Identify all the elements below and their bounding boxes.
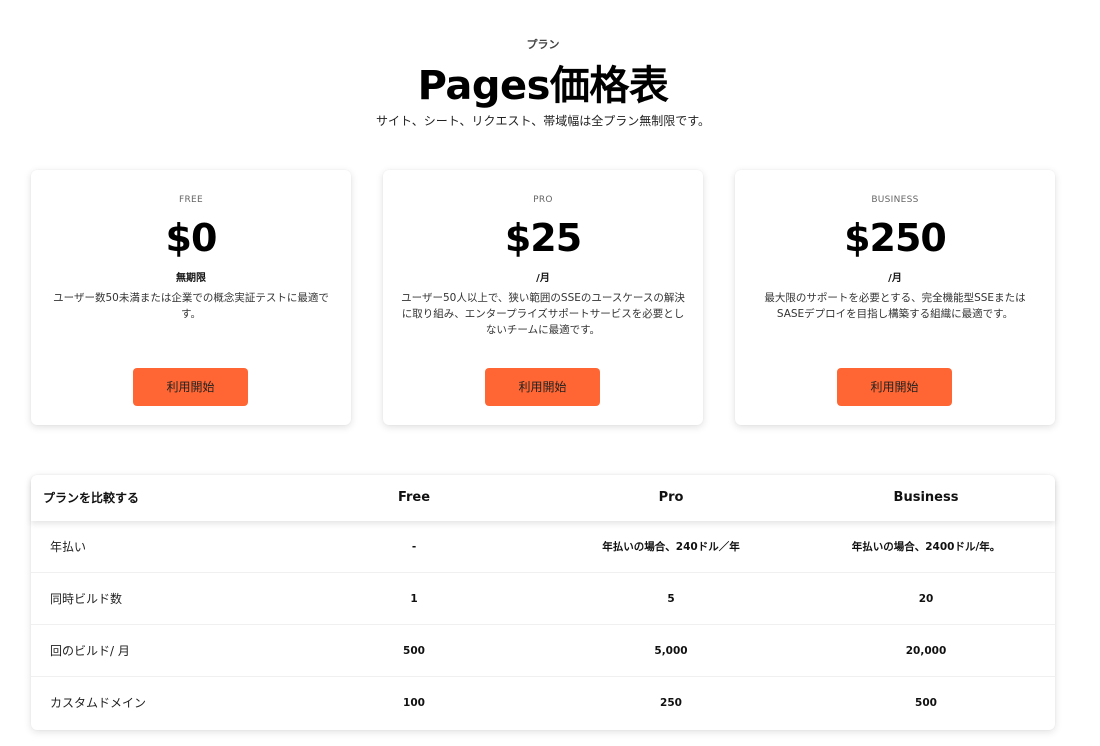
plan-name: PRO — [533, 195, 553, 205]
table-row: カスタムドメイン 100 250 500 — [31, 677, 1055, 729]
cell-free: 1 — [410, 593, 418, 605]
get-started-button-free[interactable]: 利用開始 — [133, 368, 248, 406]
column-header-business: Business — [893, 490, 959, 505]
table-row: 回のビルド/ 月 500 5,000 20,000 — [31, 625, 1055, 677]
cell-business: 年払いの場合、2400ドル/年。 — [851, 541, 1001, 553]
table-row: 年払い - 年払いの場合、240ドル／年 年払いの場合、2400ドル/年。 — [31, 521, 1055, 573]
cell-free: 100 — [403, 697, 425, 709]
cell-business: 20 — [918, 593, 934, 605]
plan-card-free: FREE $0 無期限 ユーザー数50未満または企業での概念実証テストに最適です… — [31, 170, 351, 425]
cell-pro: 5,000 — [654, 645, 688, 657]
plan-period: 無期限 — [176, 273, 206, 284]
plan-price: $25 — [504, 216, 582, 260]
comparison-title: プランを比較する — [43, 491, 140, 505]
cell-pro: 5 — [667, 593, 675, 605]
plan-comparison-table: プランを比較する Free Pro Business 年払い - 年払いの場合、… — [31, 475, 1055, 730]
plan-card-business: BUSINESS $250 /月 最大限のサポートを必要とする、完全機能型SSE… — [735, 170, 1055, 425]
row-label: 年払い — [50, 540, 87, 554]
cell-pro: 250 — [660, 697, 682, 709]
page-subtitle: サイト、シート、リクエスト、帯域幅は全プラン無制限です。 — [375, 114, 711, 128]
table-row: 同時ビルド数 1 5 20 — [31, 573, 1055, 625]
comparison-header-row: プランを比較する Free Pro Business — [31, 475, 1055, 521]
plan-period: /月 — [536, 273, 550, 284]
get-started-button-pro[interactable]: 利用開始 — [485, 368, 600, 406]
cell-pro: 年払いの場合、240ドル／年 — [602, 541, 740, 553]
plan-description: 最大限のサポートを必要とする、完全機能型SSEまたはSASEデプロイを目指し構築… — [764, 292, 1026, 320]
row-label: 同時ビルド数 — [50, 592, 123, 606]
column-header-pro: Pro — [658, 490, 684, 505]
cell-business: 500 — [915, 697, 937, 709]
cell-free: - — [411, 541, 417, 553]
row-label: 回のビルド/ 月 — [50, 644, 130, 658]
plan-period: /月 — [888, 273, 902, 284]
plan-name: BUSINESS — [871, 195, 919, 205]
plan-price: $250 — [844, 216, 947, 260]
get-started-button-business[interactable]: 利用開始 — [837, 368, 952, 406]
column-header-free: Free — [397, 490, 431, 505]
cell-business: 20,000 — [905, 645, 947, 657]
page-title: Pages価格表 — [417, 63, 669, 109]
plan-description: ユーザー数50未満または企業での概念実証テストに最適です。 — [53, 292, 329, 320]
section-eyebrow: プラン — [526, 38, 560, 51]
cell-free: 500 — [403, 645, 425, 657]
plan-price: $0 — [165, 216, 218, 260]
plan-card-pro: PRO $25 /月 ユーザー50人以上で、狭い範囲のSSEのユースケースの解決… — [383, 170, 703, 425]
plan-name: FREE — [178, 195, 203, 205]
pricing-page: プラン Pages価格表 サイト、シート、リクエスト、帯域幅は全プラン無制限です… — [0, 0, 1100, 746]
plan-description: ユーザー50人以上で、狭い範囲のSSEのユースケースの解決に取り組み、エンタープ… — [401, 292, 685, 336]
row-label: カスタムドメイン — [50, 696, 147, 710]
